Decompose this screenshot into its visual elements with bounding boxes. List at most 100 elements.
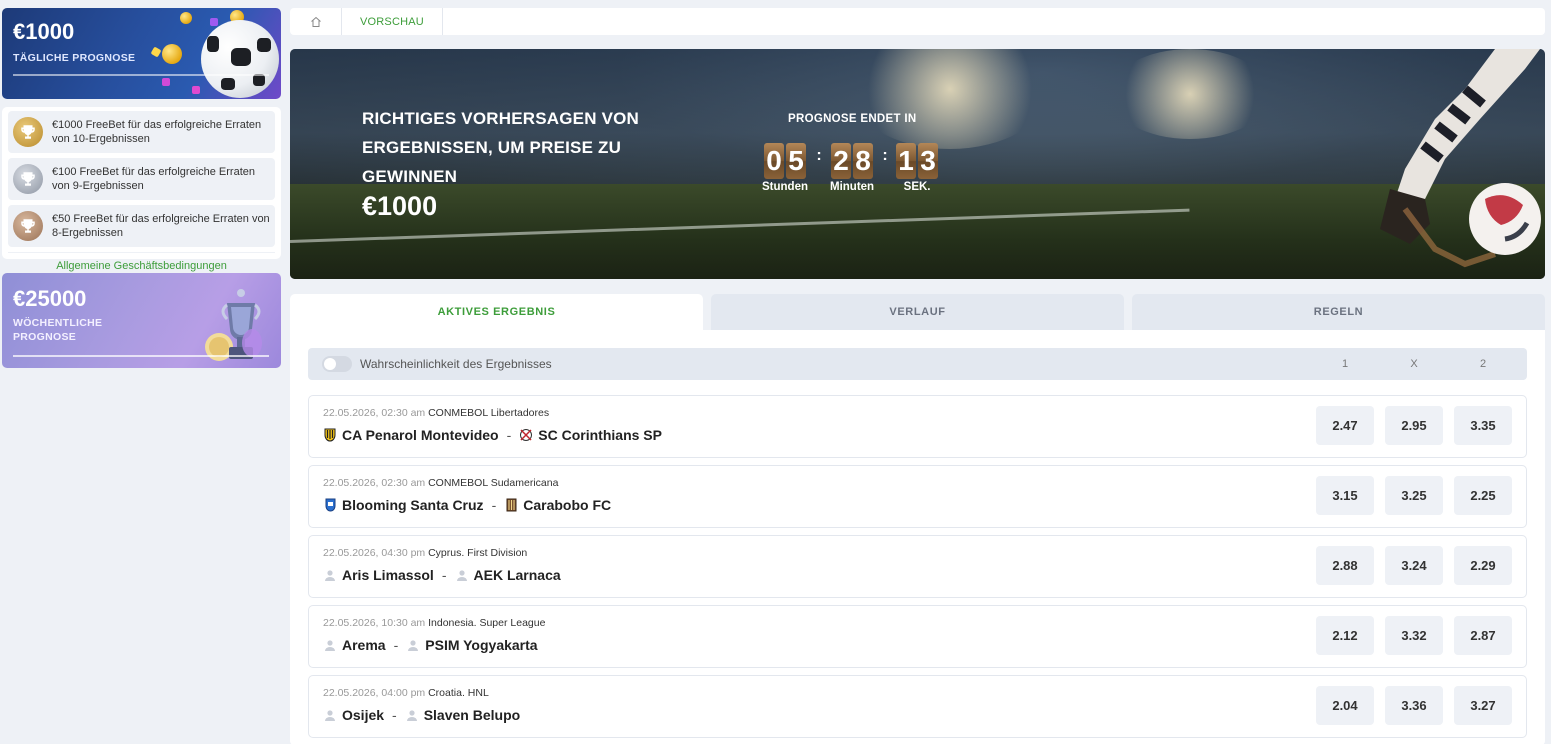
coin-icon — [180, 12, 192, 24]
odd-draw-button[interactable]: 3.25 — [1385, 476, 1443, 515]
tab-rules[interactable]: REGELN — [1132, 294, 1545, 330]
confetti-decoration — [162, 78, 170, 86]
daily-prediction-label: TÄGLICHE PROGNOSE — [13, 52, 136, 64]
terms-link[interactable]: Allgemeine Geschäftsbedingungen — [8, 252, 275, 272]
countdown-hours-label: Stunden — [762, 181, 808, 193]
odd-away-button[interactable]: 2.25 — [1454, 476, 1512, 515]
weekly-label-line2: PROGNOSE — [13, 331, 77, 343]
gold-trophy-icon — [13, 117, 43, 147]
match-datetime: 22.05.2026, 02:30 am — [323, 477, 426, 489]
odd-draw-button[interactable]: 2.95 — [1385, 406, 1443, 445]
match-row: 22.05.2026, 02:30 am CONMEBOL Sudamerica… — [308, 465, 1527, 528]
hero-title: RICHTIGES VORHERSAGEN VON ERGEBNISSEN, U… — [362, 109, 640, 186]
team-separator: - — [491, 497, 497, 513]
home-team: CA Penarol Montevideo — [342, 427, 499, 443]
team-placeholder-icon — [323, 568, 337, 582]
breadcrumb: VORSCHAU — [290, 8, 1545, 35]
column-header-1: 1 — [1341, 358, 1349, 370]
match-meta: 22.05.2026, 02:30 am CONMEBOL Sudamerica… — [323, 477, 558, 489]
match-row: 22.05.2026, 04:00 pm Croatia. HNL Osijek… — [308, 675, 1527, 738]
countdown-separator: : — [882, 147, 888, 164]
team-separator: - — [441, 567, 447, 583]
countdown-minutes-label: Minuten — [830, 181, 875, 193]
odd-away-button[interactable]: 2.29 — [1454, 546, 1512, 585]
away-team: AEK Larnaca — [473, 567, 561, 583]
countdown-digit: 3 — [918, 143, 939, 179]
trophy-cup-icon — [205, 289, 262, 361]
team-crest-icon — [323, 498, 337, 512]
home-team: Blooming Santa Cruz — [342, 497, 484, 513]
team-crest-icon — [504, 498, 518, 512]
countdown-minutes: 2 8 Minuten — [830, 143, 874, 193]
probability-toggle[interactable] — [322, 356, 352, 372]
odd-away-button[interactable]: 3.27 — [1454, 686, 1512, 725]
tab-history[interactable]: VERLAUF — [711, 294, 1124, 330]
team-separator: - — [392, 707, 397, 723]
team-separator: - — [393, 637, 399, 653]
home-icon — [310, 16, 321, 27]
countdown-hours: 0 5 Stunden — [762, 143, 808, 193]
odd-home-button[interactable]: 2.88 — [1316, 546, 1374, 585]
silver-trophy-icon — [13, 164, 43, 194]
odd-home-button[interactable]: 2.04 — [1316, 686, 1374, 725]
odd-away-button[interactable]: 3.35 — [1454, 406, 1512, 445]
odds-group: 2.04 3.36 3.27 — [1316, 686, 1512, 725]
daily-prediction-banner[interactable]: €1000 TÄGLICHE PROGNOSE — [2, 8, 281, 99]
sidebar: €1000 TÄGLICHE PROGNOSE €1000 FreeBet fü… — [2, 8, 281, 368]
prize-item-silver: €100 FreeBet für das erfolgreiche Errate… — [8, 158, 275, 200]
tab-active-result[interactable]: AKTIVES ERGEBNIS — [290, 294, 703, 330]
odd-draw-button[interactable]: 3.36 — [1385, 686, 1443, 725]
match-teams: Osijek - Slaven Belupo — [323, 707, 520, 723]
team-separator: - — [506, 427, 512, 443]
weekly-label-line1: WÖCHENTLICHE — [13, 317, 103, 329]
match-meta: 22.05.2026, 02:30 am CONMEBOL Libertador… — [323, 407, 549, 419]
match-row: 22.05.2026, 02:30 am CONMEBOL Libertador… — [308, 395, 1527, 458]
coin-icon — [162, 44, 182, 64]
odds-group: 3.15 3.25 2.25 — [1316, 476, 1512, 515]
countdown-separator: : — [816, 147, 822, 164]
home-team: Osijek — [342, 707, 385, 723]
odd-draw-button[interactable]: 3.32 — [1385, 616, 1443, 655]
match-teams: Arema - PSIM Yogyakarta — [323, 637, 538, 653]
countdown-timer: 0 5 Stunden : 2 8 Minuten : 1 3 SEK. — [762, 143, 939, 193]
match-datetime: 22.05.2026, 02:30 am — [323, 407, 426, 419]
countdown-digit: 0 — [764, 143, 784, 179]
match-league: CONMEBOL Sudamericana — [428, 477, 559, 489]
odd-home-button[interactable]: 2.12 — [1316, 616, 1374, 655]
bronze-trophy-icon — [13, 211, 43, 241]
match-league: Croatia. HNL — [428, 687, 489, 699]
breadcrumb-home[interactable] — [290, 8, 342, 35]
prize-text: €50 FreeBet für das erfolgreiche Erraten… — [52, 213, 270, 239]
away-team: Slaven Belupo — [423, 707, 521, 723]
countdown-digit: 8 — [853, 143, 874, 179]
odd-home-button[interactable]: 3.15 — [1316, 476, 1374, 515]
countdown-digit: 5 — [786, 143, 806, 179]
odd-away-button[interactable]: 2.87 — [1454, 616, 1512, 655]
prize-text: €100 FreeBet für das erfolgreiche Errate… — [52, 166, 256, 192]
away-team: PSIM Yogyakarta — [425, 637, 538, 653]
hero-banner: RICHTIGES VORHERSAGEN VON ERGEBNISSEN, U… — [290, 49, 1545, 279]
team-crest-icon — [519, 428, 533, 442]
match-datetime: 22.05.2026, 10:30 am — [323, 617, 426, 629]
main-content: VORSCHAU RICHTIGES VORHERSAGEN VON ERGEB… — [290, 8, 1545, 744]
odd-draw-button[interactable]: 3.24 — [1385, 546, 1443, 585]
team-placeholder-icon — [323, 708, 337, 722]
away-team: SC Corinthians SP — [538, 427, 662, 443]
breadcrumb-current: VORSCHAU — [342, 8, 443, 35]
weekly-prediction-banner[interactable]: €25000 WÖCHENTLICHE PROGNOSE — [2, 273, 281, 368]
odd-home-button[interactable]: 2.47 — [1316, 406, 1374, 445]
prize-list: €1000 FreeBet für das erfolgreiche Errat… — [2, 107, 281, 272]
match-teams: Aris Limassol - AEK Larnaca — [323, 567, 561, 583]
match-datetime: 22.05.2026, 04:30 pm — [323, 547, 426, 559]
probability-filter-bar: Wahrscheinlichkeit des Ergebnisses 1 X 2 — [308, 348, 1527, 380]
match-teams: Blooming Santa Cruz - Carabobo FC — [323, 497, 611, 513]
match-league: CONMEBOL Libertadores — [428, 407, 550, 419]
player-illustration — [1380, 49, 1541, 268]
prize-text: €1000 FreeBet für das erfolgreiche Errat… — [52, 119, 262, 145]
matches-panel: Wahrscheinlichkeit des Ergebnisses 1 X 2… — [290, 330, 1545, 744]
team-placeholder-icon — [323, 638, 337, 652]
match-meta: 22.05.2026, 04:30 pm Cyprus. First Divis… — [323, 547, 527, 559]
match-teams: CA Penarol Montevideo - SC Corinthians S… — [323, 427, 662, 443]
team-placeholder-icon — [455, 568, 469, 582]
odds-group: 2.47 2.95 3.35 — [1316, 406, 1512, 445]
